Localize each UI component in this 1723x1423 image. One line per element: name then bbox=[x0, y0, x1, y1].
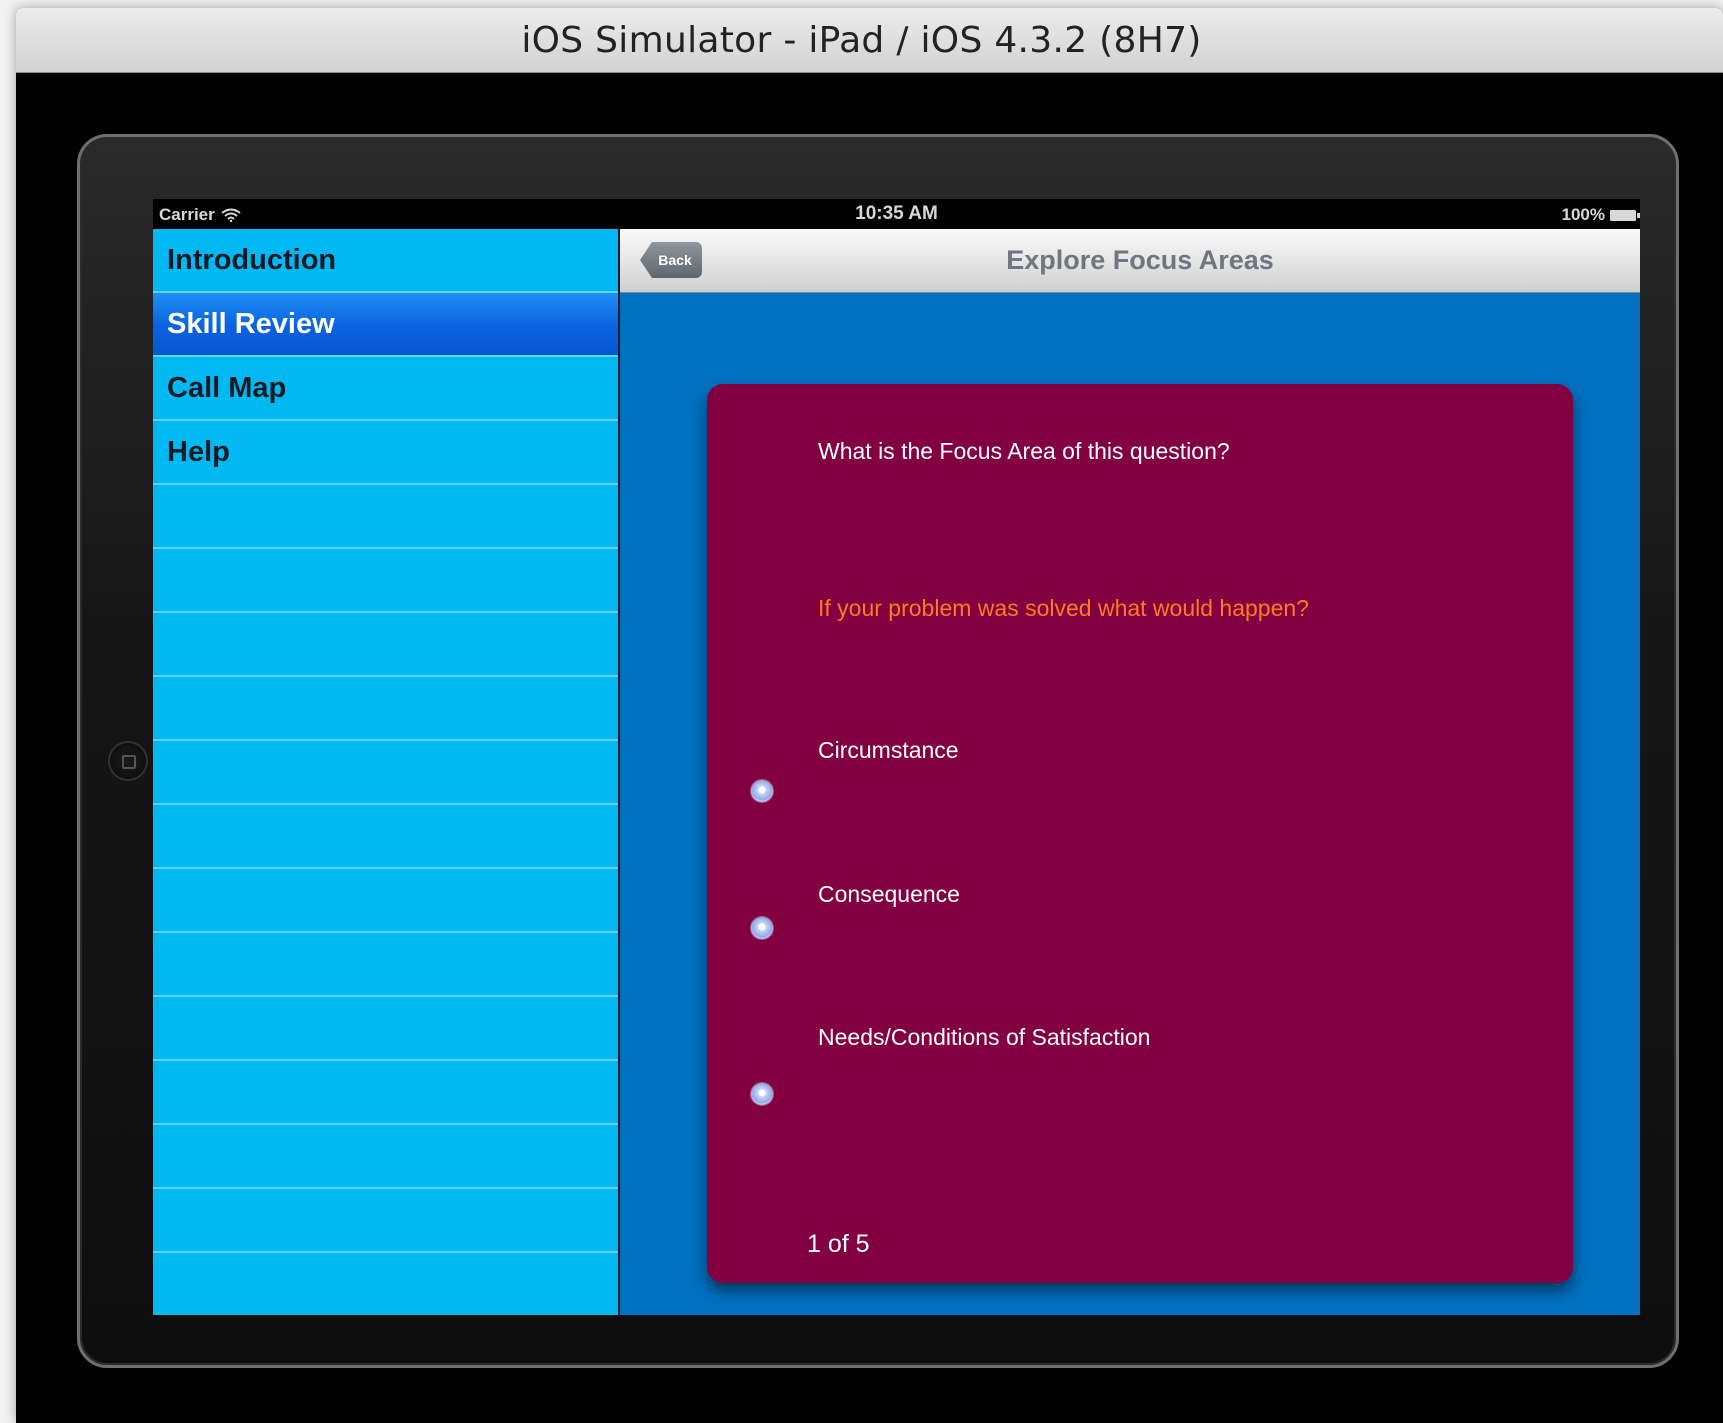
option-label-needs-conditions: Needs/Conditions of Satisfaction bbox=[818, 1024, 1151, 1050]
quiz-card: What is the Focus Area of this question?… bbox=[707, 384, 1573, 1283]
navigation-bar: Explore Focus Areas Back bbox=[620, 229, 1640, 293]
status-time: 10:35 AM bbox=[855, 203, 938, 224]
window-title: iOS Simulator - iPad / iOS 4.3.2 (8H7) bbox=[521, 19, 1202, 61]
battery-icon bbox=[1610, 209, 1640, 221]
sidebar-item-call-map[interactable]: Call Map bbox=[153, 357, 618, 421]
quiz-question: If your problem was solved what would ha… bbox=[818, 595, 1309, 621]
sidebar-empty-row bbox=[153, 997, 618, 1061]
option-label-consequence: Consequence bbox=[818, 881, 960, 907]
ipad-screen: Carrier 10:35 AM 100% Introduction Skill… bbox=[153, 199, 1640, 1315]
sidebar-item-label: Help bbox=[167, 435, 230, 468]
sidebar-item-help[interactable]: Help bbox=[153, 421, 618, 485]
sidebar-empty-row bbox=[153, 1125, 618, 1189]
simulator-window: iOS Simulator - iPad / iOS 4.3.2 (8H7) C… bbox=[16, 8, 1723, 1423]
sidebar-empty-row bbox=[153, 869, 618, 933]
home-button[interactable] bbox=[108, 741, 148, 781]
option-radio-consequence[interactable] bbox=[751, 917, 773, 939]
sidebar-empty-row bbox=[153, 805, 618, 869]
sidebar-item-label: Call Map bbox=[167, 371, 287, 404]
option-label-circumstance: Circumstance bbox=[818, 737, 959, 763]
sidebar-empty-row bbox=[153, 613, 618, 677]
sidebar-item-label: Introduction bbox=[167, 243, 337, 276]
option-radio-needs-conditions[interactable] bbox=[751, 1083, 773, 1105]
sidebar-empty-row bbox=[153, 677, 618, 741]
back-button[interactable]: Back bbox=[640, 242, 702, 278]
nav-title: Explore Focus Areas bbox=[1006, 245, 1274, 275]
sidebar-empty-row bbox=[153, 1061, 618, 1125]
sidebar-empty-row bbox=[153, 485, 618, 549]
sidebar-empty-row bbox=[153, 1189, 618, 1253]
battery-indicator: 100% bbox=[1561, 205, 1640, 225]
battery-percent: 100% bbox=[1561, 205, 1605, 224]
sidebar-item-introduction[interactable]: Introduction bbox=[153, 229, 618, 293]
option-radio-circumstance[interactable] bbox=[751, 780, 773, 802]
detail-pane: Explore Focus Areas Back What is the Foc… bbox=[620, 229, 1640, 1315]
sidebar-empty-row bbox=[153, 549, 618, 613]
sidebar-empty-row bbox=[153, 933, 618, 997]
question-counter: 1 of 5 bbox=[807, 1230, 870, 1258]
sidebar-empty-row bbox=[153, 1253, 618, 1315]
status-bar: Carrier 10:35 AM 100% bbox=[153, 199, 1640, 229]
sidebar-menu: Introduction Skill Review Call Map Help bbox=[153, 229, 618, 1315]
sidebar-item-label: Skill Review bbox=[167, 307, 335, 340]
window-titlebar[interactable]: iOS Simulator - iPad / iOS 4.3.2 (8H7) bbox=[16, 8, 1723, 73]
sidebar-empty-row bbox=[153, 741, 618, 805]
sidebar-item-skill-review[interactable]: Skill Review bbox=[153, 293, 618, 357]
quiz-prompt: What is the Focus Area of this question? bbox=[818, 438, 1230, 464]
